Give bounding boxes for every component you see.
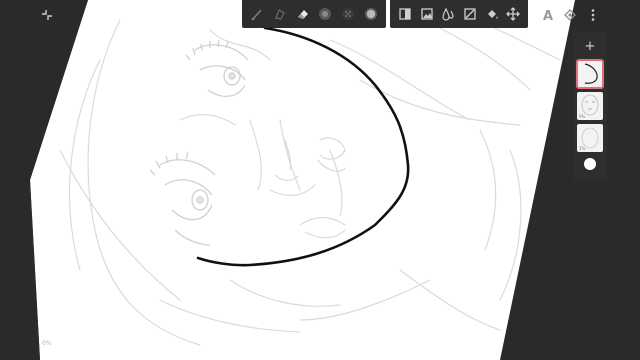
layer-2-percent: 9% xyxy=(579,114,586,119)
move-arrows-icon xyxy=(506,7,521,21)
text-tool-button[interactable]: A xyxy=(537,5,559,27)
collapse-button[interactable] xyxy=(36,5,58,27)
drawing-workspace[interactable]: A + 9% 2% 0% xyxy=(0,0,640,360)
layer-thumb-2[interactable]: 9% xyxy=(577,92,603,120)
add-layer-button[interactable]: + xyxy=(573,36,607,56)
brush-size[interactable] xyxy=(314,3,336,25)
action-toolbar xyxy=(390,0,528,28)
text-tool-label: A xyxy=(542,8,554,24)
layers-panel: + 9% 2% xyxy=(573,32,607,180)
image-tool[interactable] xyxy=(416,3,438,25)
brush-opacity[interactable] xyxy=(337,3,359,25)
eraser-icon xyxy=(296,7,310,21)
drawing-canvas[interactable] xyxy=(0,0,640,360)
drops-icon xyxy=(441,7,455,21)
transform-tool[interactable] xyxy=(502,3,524,25)
more-vertical-icon xyxy=(586,7,600,26)
opacity-dots-icon xyxy=(341,7,355,21)
layers-stack-button[interactable] xyxy=(559,5,581,27)
collapse-icon xyxy=(40,7,54,26)
split-view-icon xyxy=(398,7,412,21)
paint-bucket-icon xyxy=(485,7,499,21)
ruler-icon xyxy=(463,7,477,21)
brush-color[interactable] xyxy=(360,3,382,25)
filled-circle-icon xyxy=(364,7,378,21)
zoom-readout: 0% xyxy=(42,340,52,347)
layers-stack-icon xyxy=(563,7,577,26)
layer-thumb-3[interactable]: 2% xyxy=(577,124,603,152)
ruler-tool[interactable] xyxy=(459,3,481,25)
reference-tool[interactable] xyxy=(394,3,416,25)
add-layer-label: + xyxy=(584,38,596,54)
more-menu-button[interactable] xyxy=(582,5,604,27)
layer-3-percent: 2% xyxy=(579,146,586,151)
image-icon xyxy=(420,7,434,21)
current-color-swatch[interactable] xyxy=(584,158,596,170)
paint-bucket-tool[interactable] xyxy=(481,3,503,25)
layer-thumb-1[interactable] xyxy=(576,59,604,89)
smudge-icon xyxy=(273,7,287,21)
brush-toolbar xyxy=(242,0,386,28)
circle-size-icon xyxy=(318,7,332,21)
eraser-tool[interactable] xyxy=(292,3,314,25)
smudge-tool[interactable] xyxy=(269,3,291,25)
brush-icon xyxy=(250,7,264,21)
fill-tool[interactable] xyxy=(437,3,459,25)
brush-tool[interactable] xyxy=(246,3,268,25)
